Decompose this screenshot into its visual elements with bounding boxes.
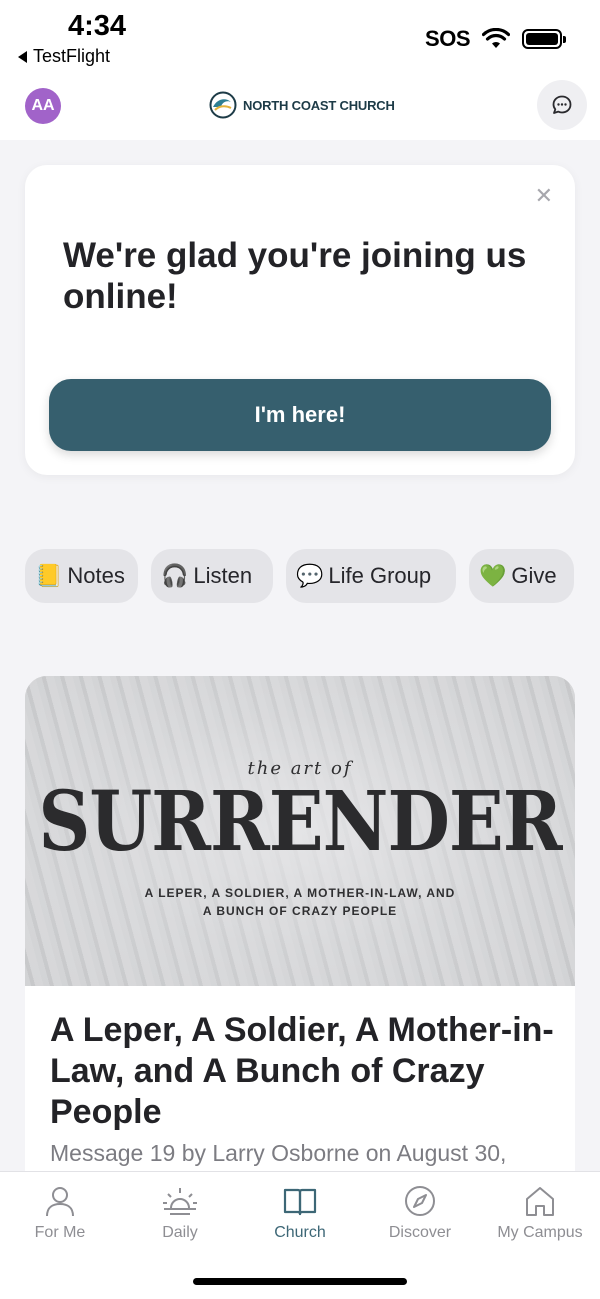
pill-label: Give (511, 563, 557, 588)
notebook-icon: 📒 (35, 563, 63, 588)
art-subtitle: A LEPER, A SOLDIER, A MOTHER-IN-LAW, AND… (25, 884, 575, 920)
tab-discover[interactable]: Discover (360, 1184, 480, 1242)
green-heart-icon: 💚 (479, 563, 507, 588)
status-indicators: SOS (425, 26, 566, 52)
wave-logo-icon (209, 91, 237, 119)
sermon-title: A Leper, A Soldier, A Mother-in-Law, and… (50, 1011, 554, 1131)
sunrise-icon (163, 1188, 197, 1215)
close-icon[interactable]: ✕ (535, 185, 553, 207)
tab-label: Daily (162, 1224, 198, 1241)
back-app-label: TestFlight (33, 46, 111, 66)
pill-label: Listen (193, 563, 253, 588)
tab-label: My Campus (497, 1224, 583, 1241)
listen-pill[interactable]: 🎧 Listen (151, 549, 273, 603)
person-icon (46, 1187, 74, 1217)
home-indicator (193, 1278, 407, 1285)
headphones-icon: 🎧 (161, 563, 189, 588)
tab-label: For Me (34, 1224, 86, 1241)
sermon-artwork: the art of SURRENDER A LEPER, A SOLDIER,… (25, 676, 575, 986)
welcome-title: We're glad you're joining us online! (63, 236, 527, 316)
tab-daily[interactable]: Daily (120, 1184, 240, 1242)
art-subtitle-line1: A LEPER, A SOLDIER, A MOTHER-IN-LAW, AND (144, 886, 456, 900)
compass-icon (405, 1186, 435, 1216)
tab-label: Discover (388, 1224, 452, 1241)
tab-for-me[interactable]: For Me (0, 1184, 120, 1242)
art-subtitle-line2: A BUNCH OF CRAZY PEOPLE (202, 904, 398, 918)
church-logo: NORTH COAST CHURCH (209, 91, 395, 119)
tab-church[interactable]: Church (240, 1184, 360, 1242)
tab-label: Church (274, 1224, 326, 1241)
battery-icon (522, 29, 566, 49)
life-group-pill[interactable]: 💬 Life Group (286, 549, 456, 603)
messages-button[interactable] (537, 80, 587, 130)
chat-bubble-icon (552, 95, 572, 114)
im-here-button[interactable]: I'm here! (49, 379, 551, 451)
status-bar: 4:34 TestFlight SOS (0, 0, 600, 80)
back-arrow-icon (18, 50, 27, 63)
sermon-meta: Message 19 by Larry Osborne on August 30… (50, 1140, 507, 1166)
pill-label: Notes (67, 563, 125, 588)
status-time: 4:34 (68, 10, 127, 42)
wifi-icon (482, 28, 510, 48)
give-pill[interactable]: 💚 Give (469, 549, 574, 603)
pill-label: Life Group (328, 563, 432, 588)
logo-text: NORTH COAST CHURCH (243, 97, 395, 113)
speech-bubble-icon: 💬 (296, 563, 324, 588)
tab-my-campus[interactable]: My Campus (480, 1184, 600, 1242)
quick-actions: 📒 Notes 🎧 Listen 💬 Life Group 💚 Give (25, 549, 585, 603)
home-icon (526, 1187, 554, 1216)
welcome-card: ✕ We're glad you're joining us online! I… (25, 165, 575, 475)
book-icon (283, 1188, 317, 1216)
avatar[interactable]: AA (25, 88, 61, 124)
app-header: AA NORTH COAST CHURCH (0, 80, 600, 140)
back-to-testflight[interactable]: TestFlight (18, 46, 110, 67)
sos-indicator: SOS (425, 26, 470, 51)
notes-pill[interactable]: 📒 Notes (25, 549, 138, 603)
art-big-text: SURRENDER (38, 771, 562, 870)
